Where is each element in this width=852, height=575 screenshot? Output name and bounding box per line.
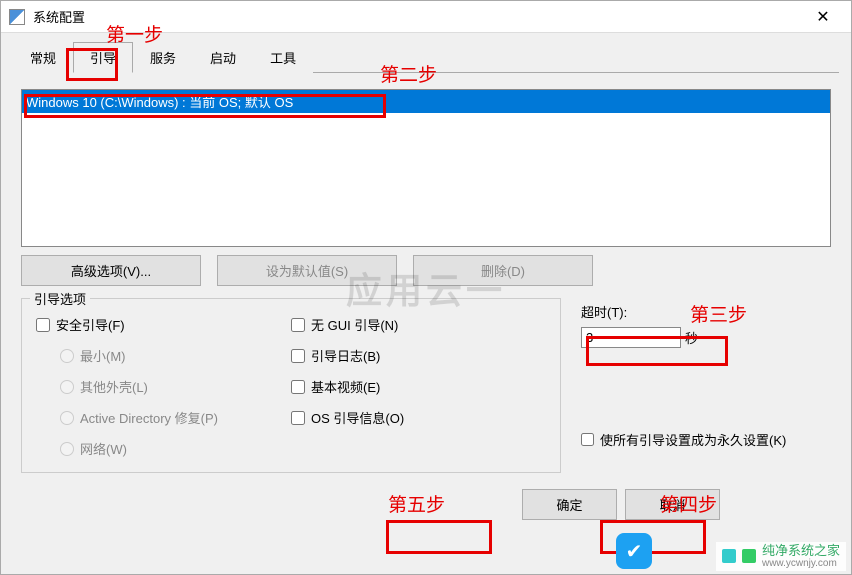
basevideo-row[interactable]: 基本视频(E)	[291, 377, 546, 396]
basevideo-checkbox[interactable]	[291, 380, 305, 394]
timeout-legend: 超时(T):	[581, 302, 831, 321]
main-row: 引导选项 安全引导(F) 最小(M) 其他外壳(L)	[21, 298, 831, 473]
osinfo-row[interactable]: OS 引导信息(O)	[291, 408, 546, 427]
boot-options-fieldset: 引导选项 安全引导(F) 最小(M) 其他外壳(L)	[21, 298, 561, 473]
boot-options-legend: 引导选项	[30, 289, 90, 308]
watermark-logo-2	[742, 549, 756, 563]
timeout-input[interactable]	[581, 327, 681, 348]
permanent-checkbox[interactable]	[581, 433, 594, 446]
watermark-bird-icon: ✔	[616, 533, 652, 569]
permanent-row[interactable]: 使所有引导设置成为永久设置(K)	[581, 430, 831, 449]
safe-boot-row[interactable]: 安全引导(F)	[36, 315, 291, 334]
ad-repair-row: Active Directory 修复(P)	[60, 408, 291, 427]
ad-repair-radio	[60, 411, 74, 425]
watermark-bottom-right: 纯净系统之家 www.ycwnjy.com	[716, 542, 846, 571]
nogui-label: 无 GUI 引导(N)	[311, 315, 398, 334]
boot-col-right: 无 GUI 引导(N) 引导日志(B) 基本视频(E) OS 引导信息	[291, 309, 546, 458]
watermark-text: 纯净系统之家	[762, 544, 840, 558]
timeout-unit: 秒	[685, 328, 698, 347]
basevideo-label: 基本视频(E)	[311, 377, 380, 396]
tab-tools[interactable]: 工具	[253, 42, 313, 73]
tab-services[interactable]: 服务	[133, 42, 193, 73]
tab-strip: 常规 引导 服务 启动 工具	[13, 41, 839, 73]
minimal-row: 最小(M)	[60, 346, 291, 365]
right-col: 超时(T): 秒 使所有引导设置成为永久设置(K)	[581, 298, 831, 473]
cancel-button[interactable]: 取消	[625, 489, 720, 520]
permanent-label: 使所有引导设置成为永久设置(K)	[600, 430, 786, 449]
timeout-group: 超时(T): 秒	[581, 302, 831, 348]
safe-boot-label: 安全引导(F)	[56, 315, 125, 334]
watermark-center: 应用云一	[346, 262, 506, 314]
tab-boot[interactable]: 引导	[73, 42, 133, 73]
bootlog-row[interactable]: 引导日志(B)	[291, 346, 546, 365]
close-button[interactable]: ✕	[803, 3, 843, 31]
advanced-options-button[interactable]: 高级选项(V)...	[21, 255, 201, 286]
titlebar: 系统配置 ✕	[1, 1, 851, 33]
nogui-checkbox[interactable]	[291, 318, 305, 332]
os-list[interactable]: Windows 10 (C:\Windows) : 当前 OS; 默认 OS	[21, 89, 831, 247]
boot-col-left: 安全引导(F) 最小(M) 其他外壳(L) Active Direct	[36, 309, 291, 458]
watermark-logo-1	[722, 549, 736, 563]
window-title: 系统配置	[33, 7, 803, 26]
nogui-row[interactable]: 无 GUI 引导(N)	[291, 315, 546, 334]
osinfo-checkbox[interactable]	[291, 411, 305, 425]
network-row: 网络(W)	[60, 439, 291, 458]
watermark-url: www.ycwnjy.com	[762, 558, 840, 569]
network-radio	[60, 442, 74, 456]
network-label: 网络(W)	[80, 439, 127, 458]
bootlog-label: 引导日志(B)	[311, 346, 380, 365]
ad-repair-label: Active Directory 修复(P)	[80, 408, 218, 427]
othershell-row: 其他外壳(L)	[60, 377, 291, 396]
footer-buttons: 确定 取消 应用	[21, 489, 831, 520]
othershell-radio	[60, 380, 74, 394]
os-item-selected[interactable]: Windows 10 (C:\Windows) : 当前 OS; 默认 OS	[22, 90, 830, 113]
osinfo-label: OS 引导信息(O)	[311, 408, 404, 427]
minimal-label: 最小(M)	[80, 346, 126, 365]
app-icon	[9, 9, 25, 25]
othershell-label: 其他外壳(L)	[80, 377, 148, 396]
safe-boot-checkbox[interactable]	[36, 318, 50, 332]
timeout-input-row: 秒	[581, 327, 831, 348]
ok-button[interactable]: 确定	[522, 489, 617, 520]
minimal-radio	[60, 349, 74, 363]
tab-general[interactable]: 常规	[13, 42, 73, 73]
bootlog-checkbox[interactable]	[291, 349, 305, 363]
tab-startup[interactable]: 启动	[193, 42, 253, 73]
